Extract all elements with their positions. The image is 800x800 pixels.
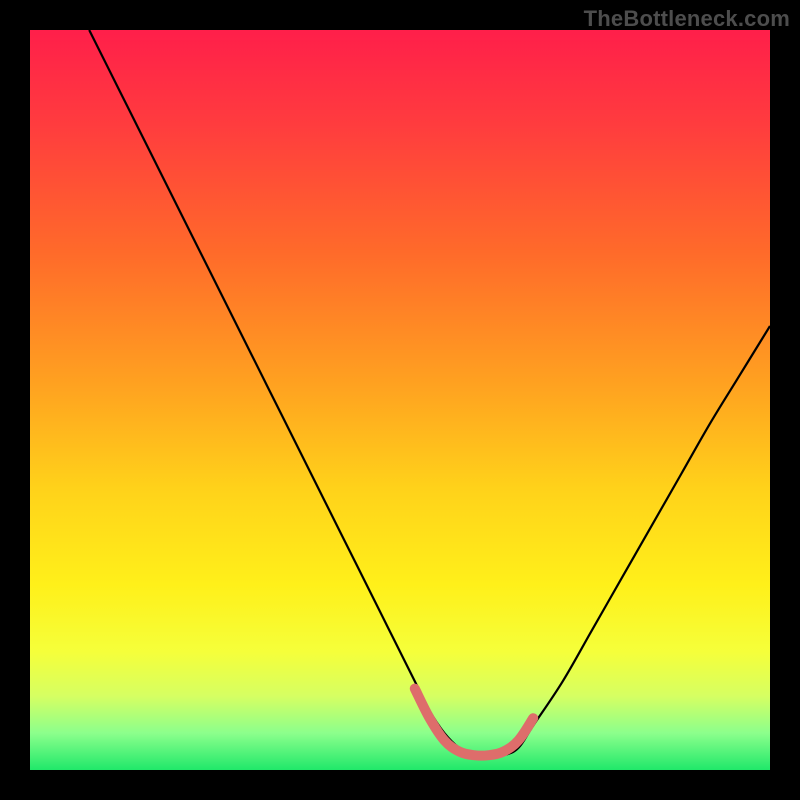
bottleneck-chart	[30, 30, 770, 770]
gradient-background	[30, 30, 770, 770]
chart-frame: TheBottleneck.com	[0, 0, 800, 800]
watermark-text: TheBottleneck.com	[584, 6, 790, 32]
